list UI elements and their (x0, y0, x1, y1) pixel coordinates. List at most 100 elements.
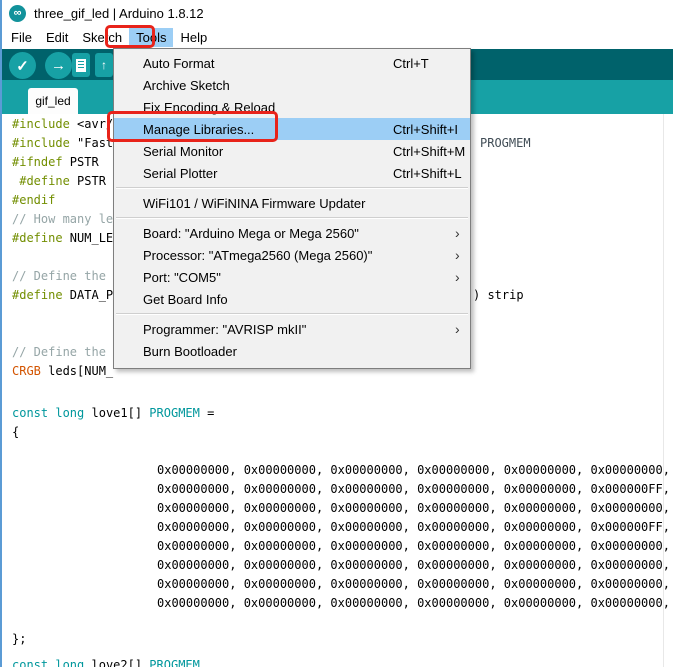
code-segment-kw: PROGMEM (149, 406, 200, 420)
menu-item-shortcut: Ctrl+Shift+I (393, 121, 459, 137)
menu-item-serial-plotter[interactable]: Serial Plotter Ctrl+Shift+L (114, 162, 470, 184)
code-segment-plain: ) strip (473, 288, 524, 302)
code-segment-plain: 0x00000000, 0x00000000, 0x00000000, 0x00… (157, 520, 670, 534)
code-segment-type: CRGB (12, 364, 41, 378)
code-segment-plain: 0x00000000, 0x00000000, 0x00000000, 0x00… (157, 596, 670, 610)
verify-button[interactable]: ✓ (9, 52, 36, 79)
menu-item-board-arduino-mega-or-mega-2560[interactable]: Board: "Arduino Mega or Mega 2560" › (114, 222, 470, 244)
code-line: #endif (12, 193, 55, 207)
code-segment-comment: // Define the (12, 345, 114, 359)
menu-item-shortcut: Ctrl+Shift+M (393, 143, 466, 159)
menubar-item-sketch[interactable]: Sketch (75, 28, 129, 47)
open-up-arrow-icon: ↑ (101, 58, 107, 72)
menu-item-label: Fix Encoding & Reload (143, 99, 276, 115)
code-line: 0x00000000, 0x00000000, 0x00000000, 0x00… (157, 482, 670, 496)
menu-item-serial-monitor[interactable]: Serial Monitor Ctrl+Shift+M (114, 140, 470, 162)
check-icon: ✓ (16, 57, 29, 75)
code-segment-plain: "Fast (69, 136, 114, 150)
code-line: const long love1[] PROGMEM = (12, 406, 214, 420)
code-segment-plain: 0x00000000, 0x00000000, 0x00000000, 0x00… (157, 558, 670, 572)
code-segment-dir: #include (12, 136, 70, 150)
document-icon (76, 58, 86, 72)
code-line: // Define the (12, 269, 113, 283)
menubar-item-file[interactable]: File (4, 28, 39, 47)
code-segment-dir: #define (19, 174, 70, 188)
code-line: 0x00000000, 0x00000000, 0x00000000, 0x00… (157, 539, 670, 553)
code-segment-plain: { (12, 425, 20, 439)
menu-item-label: WiFi101 / WiFiNINA Firmware Updater (143, 195, 366, 211)
menu-item-label: Archive Sketch (143, 77, 230, 93)
code-segment-plain: 0x00000000, 0x00000000, 0x00000000, 0x00… (157, 501, 670, 515)
code-segment-plain: NUM_LE (62, 231, 114, 245)
code-line: 0x00000000, 0x00000000, 0x00000000, 0x00… (157, 463, 670, 477)
code-segment-comment: // How many le (12, 212, 114, 226)
menu-separator (114, 184, 470, 192)
code-line: }; (12, 632, 26, 646)
editor-right-border (663, 114, 664, 667)
code-line: // How many le (12, 212, 113, 226)
menu-item-label: Auto Format (143, 55, 215, 71)
code-segment-kw: long (55, 658, 85, 667)
menu-item-label: Serial Plotter (143, 165, 218, 181)
menu-item-auto-format[interactable]: Auto Format Ctrl+T (114, 52, 470, 74)
arduino-logo-icon: ∞ (9, 4, 26, 22)
menu-item-fix-encoding-reload[interactable]: Fix Encoding & Reload (114, 96, 470, 118)
code-line: #include "Fast (12, 136, 113, 150)
code-segment-dir: #ifndef (12, 155, 63, 169)
code-line: 0x00000000, 0x00000000, 0x00000000, 0x00… (157, 520, 670, 534)
code-line: { (12, 425, 19, 439)
open-button[interactable]: ↑ (95, 53, 113, 77)
code-segment-kw: PROGMEM (149, 658, 200, 667)
menu-item-label: Processor: "ATmega2560 (Mega 2560)" (143, 247, 373, 263)
code-line: ) strip (473, 288, 524, 302)
menu-item-label: Port: "COM5" (143, 269, 221, 285)
code-line: CRGB leds[NUM_ (12, 364, 113, 378)
new-sketch-button[interactable] (72, 53, 90, 77)
code-segment-comment: // Define the (12, 269, 114, 283)
menubar-item-help[interactable]: Help (173, 28, 214, 47)
menu-item-label: Serial Monitor (143, 143, 224, 159)
menu-bar: File Edit Sketch Tools Help (2, 26, 673, 49)
menu-item-get-board-info[interactable]: Get Board Info (114, 288, 470, 310)
upload-button[interactable]: → (45, 52, 72, 79)
title-bar: ∞ three_gif_led | Arduino 1.8.12 (2, 0, 673, 26)
code-segment-kw: const (12, 406, 49, 420)
tab-gif-led[interactable]: gif_led (28, 88, 78, 114)
code-segment-plain: 0x00000000, 0x00000000, 0x00000000, 0x00… (157, 482, 670, 496)
menu-item-shortcut: Ctrl+Shift+L (393, 165, 462, 181)
code-segment-dir: #define (12, 231, 63, 245)
code-segment-kw: const (12, 658, 49, 667)
code-segment-plain: leds[NUM_ (40, 364, 114, 378)
code-line: #define NUM_LE (12, 231, 113, 245)
code-segment-dir: #include (12, 117, 70, 131)
code-segment-dir: #define (12, 288, 63, 302)
code-segment-frag: PROGMEM (480, 136, 531, 150)
code-segment-plain: }; (12, 632, 27, 646)
code-segment-plain: DATA_P (62, 288, 114, 302)
menu-item-archive-sketch[interactable]: Archive Sketch (114, 74, 470, 96)
menu-item-wifi101-wifinina-firmware-updater[interactable]: WiFi101 / WiFiNINA Firmware Updater (114, 192, 470, 214)
menu-item-label: Manage Libraries... (143, 121, 255, 137)
menu-item-burn-bootloader[interactable]: Burn Bootloader (114, 340, 470, 362)
menu-separator (114, 310, 470, 318)
menu-item-processor-atmega2560-mega-2560[interactable]: Processor: "ATmega2560 (Mega 2560)" › (114, 244, 470, 266)
code-segment-kw: long (55, 406, 85, 420)
code-segment-plain: 0x00000000, 0x00000000, 0x00000000, 0x00… (157, 577, 670, 591)
code-segment-plain: 0x00000000, 0x00000000, 0x00000000, 0x00… (157, 463, 670, 477)
submenu-arrow-icon: › (455, 269, 460, 285)
code-line: PROGMEM (480, 136, 531, 150)
code-segment-plain: PSTR (69, 174, 106, 188)
menu-item-port-com5[interactable]: Port: "COM5" › (114, 266, 470, 288)
code-line: 0x00000000, 0x00000000, 0x00000000, 0x00… (157, 577, 670, 591)
code-line: #define PSTR (12, 174, 106, 188)
menu-item-manage-libraries[interactable]: Manage Libraries... Ctrl+Shift+I (114, 118, 470, 140)
code-segment-plain: = (199, 406, 215, 420)
menubar-item-edit[interactable]: Edit (39, 28, 75, 47)
code-segment-dir: #endif (12, 193, 56, 207)
window-title: three_gif_led | Arduino 1.8.12 (34, 5, 204, 21)
code-segment-plain: 0x00000000, 0x00000000, 0x00000000, 0x00… (157, 539, 670, 553)
menu-item-label: Programmer: "AVRISP mkII" (143, 321, 307, 337)
code-segment-plain: <avr/ (69, 117, 114, 131)
menubar-item-tools[interactable]: Tools (129, 28, 174, 47)
menu-item-programmer-avrisp-mkii[interactable]: Programmer: "AVRISP mkII" › (114, 318, 470, 340)
